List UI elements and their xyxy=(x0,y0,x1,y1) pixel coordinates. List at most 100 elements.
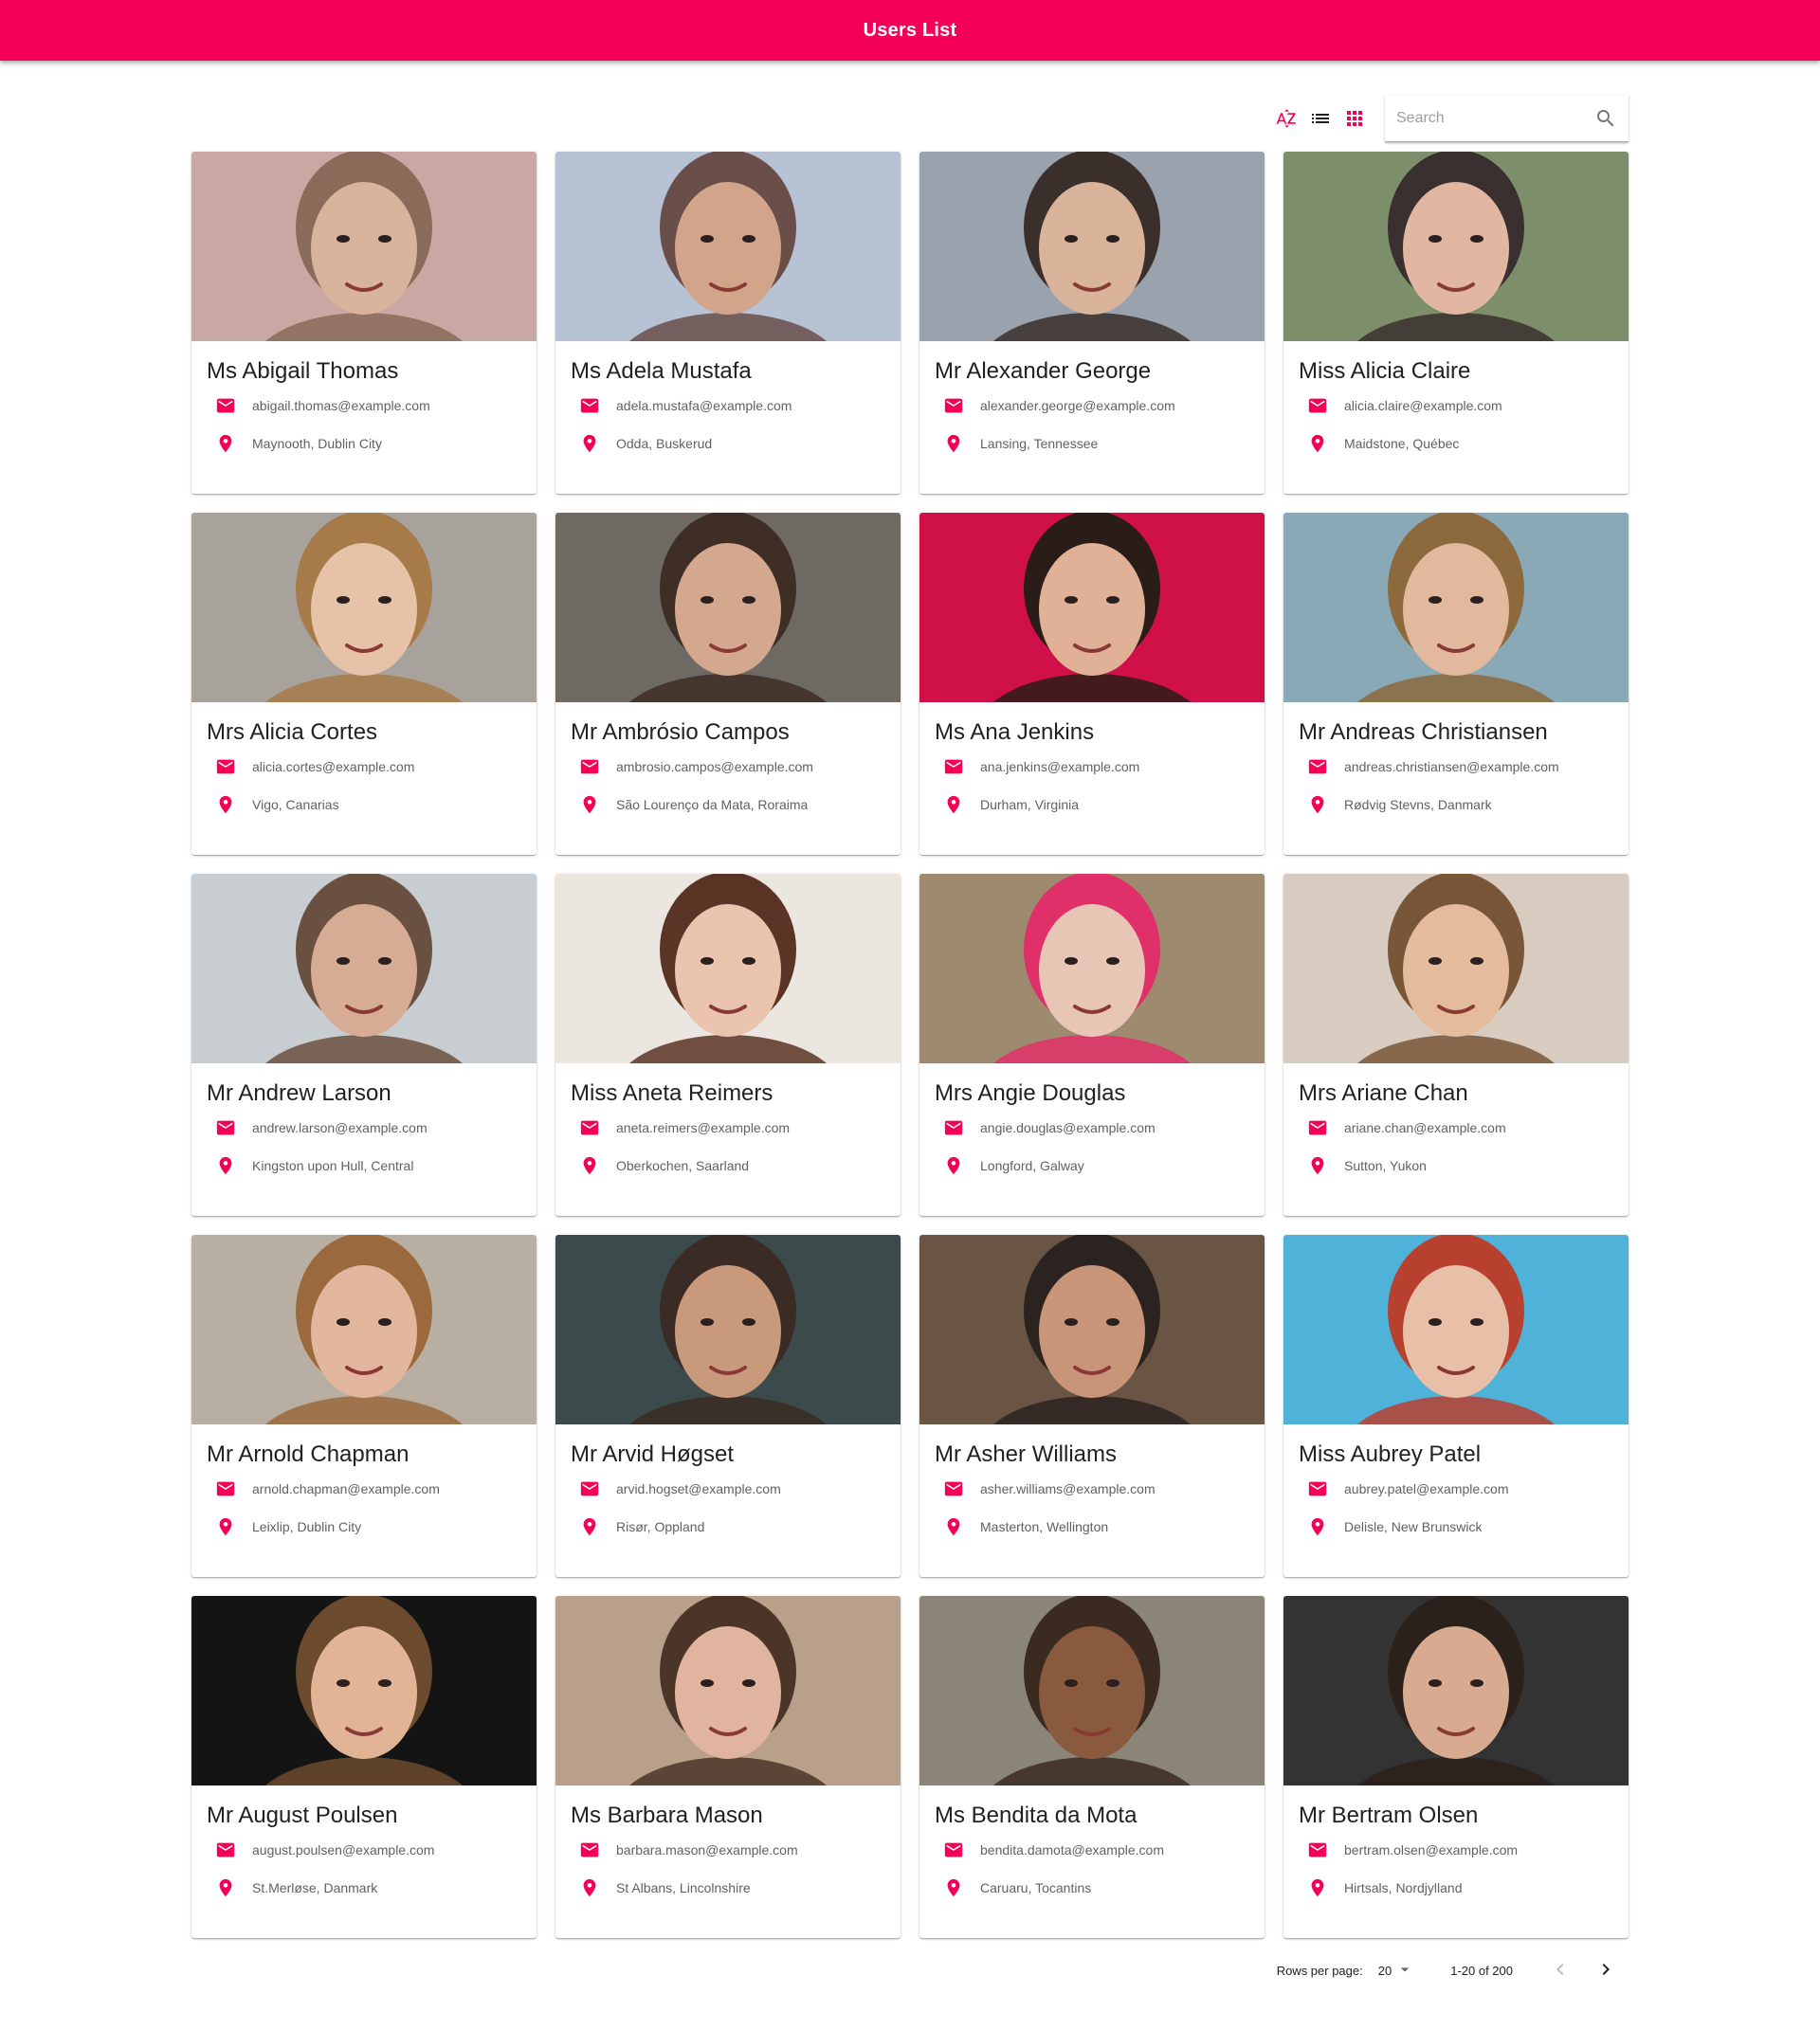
email-icon xyxy=(1306,1116,1329,1139)
email-row: august.poulsen@example.com xyxy=(207,1831,521,1869)
pagination-range: 1-20 of 200 xyxy=(1450,1963,1513,1978)
user-email: alicia.claire@example.com xyxy=(1344,398,1502,413)
chevron-left-icon xyxy=(1549,1958,1572,1984)
user-card[interactable]: Mr Bertram Olsen bertram.olsen@example.co… xyxy=(1283,1596,1629,1938)
email-row: bertram.olsen@example.com xyxy=(1299,1831,1613,1869)
search-icon[interactable] xyxy=(1594,107,1617,130)
location-pin-icon xyxy=(214,1154,237,1177)
rows-per-page-select[interactable]: 20 xyxy=(1378,1960,1414,1982)
user-card[interactable]: Mr Arnold Chapman arnold.chapman@example.… xyxy=(191,1235,537,1577)
user-name: Ms Adela Mustafa xyxy=(571,358,752,384)
location-pin-icon xyxy=(578,1515,601,1538)
user-location: Durham, Virginia xyxy=(980,797,1080,812)
grid-view-button[interactable] xyxy=(1338,101,1372,136)
user-card[interactable]: Mr Ambrósio Campos ambrosio.campos@exampl… xyxy=(555,513,901,855)
user-photo xyxy=(1283,152,1629,341)
location-row: Masterton, Wellington xyxy=(935,1508,1249,1546)
email-icon xyxy=(942,1477,965,1500)
sort-button[interactable] xyxy=(1269,101,1303,136)
user-name: Ms Barbara Mason xyxy=(571,1803,763,1828)
user-card[interactable]: Miss Aubrey Patel aubrey.patel@example.co… xyxy=(1283,1235,1629,1577)
user-email: alicia.cortes@example.com xyxy=(252,759,415,774)
user-card[interactable]: Mr Andreas Christiansen andreas.christian… xyxy=(1283,513,1629,855)
user-card[interactable]: Ms Adela Mustafa adela.mustafa@example.co… xyxy=(555,152,901,494)
user-email: aubrey.patel@example.com xyxy=(1344,1481,1509,1496)
location-pin-icon xyxy=(942,1515,965,1538)
email-row: angie.douglas@example.com xyxy=(935,1109,1249,1147)
user-card[interactable]: Ms Abigail Thomas abigail.thomas@example.… xyxy=(191,152,537,494)
user-name: Mr Bertram Olsen xyxy=(1299,1803,1479,1828)
user-name: Mr August Poulsen xyxy=(207,1803,398,1828)
email-icon xyxy=(942,755,965,778)
user-card[interactable]: Mrs Angie Douglas angie.douglas@example.c… xyxy=(919,874,1265,1216)
user-card[interactable]: Mrs Alicia Cortes alicia.cortes@example.c… xyxy=(191,513,537,855)
user-location: Risør, Oppland xyxy=(616,1519,705,1534)
user-photo xyxy=(191,513,537,702)
email-row: andreas.christiansen@example.com xyxy=(1299,748,1613,786)
list-view-button[interactable] xyxy=(1303,101,1338,136)
user-name: Mr Andrew Larson xyxy=(207,1080,391,1106)
email-row: aubrey.patel@example.com xyxy=(1299,1470,1613,1508)
user-email: abigail.thomas@example.com xyxy=(252,398,430,413)
email-icon xyxy=(1306,755,1329,778)
location-row: Kingston upon Hull, Central xyxy=(207,1147,521,1185)
location-row: Lansing, Tennessee xyxy=(935,425,1249,462)
user-name: Mrs Alicia Cortes xyxy=(207,719,378,745)
email-icon xyxy=(214,1116,237,1139)
email-row: barbara.mason@example.com xyxy=(571,1831,885,1869)
user-card[interactable]: Mr Arvid Høgset arvid.hogset@example.com R… xyxy=(555,1235,901,1577)
email-row: abigail.thomas@example.com xyxy=(207,387,521,425)
user-email: ambrosio.campos@example.com xyxy=(616,759,813,774)
user-card[interactable]: Ms Bendita da Mota bendita.damota@example… xyxy=(919,1596,1265,1938)
user-email: arnold.chapman@example.com xyxy=(252,1481,440,1496)
user-card[interactable]: Mr August Poulsen august.poulsen@example.… xyxy=(191,1596,537,1938)
user-location: Rødvig Stevns, Danmark xyxy=(1344,797,1492,812)
location-pin-icon xyxy=(214,1515,237,1538)
email-icon xyxy=(214,1839,237,1861)
card-content: Miss Alicia Claire alicia.claire@example.… xyxy=(1283,341,1629,462)
user-card[interactable]: Ms Barbara Mason barbara.mason@example.co… xyxy=(555,1596,901,1938)
location-row: Caruaru, Tocantins xyxy=(935,1869,1249,1907)
location-row: St Albans, Lincolnshire xyxy=(571,1869,885,1907)
card-content: Ms Abigail Thomas abigail.thomas@example.… xyxy=(191,341,537,462)
user-name: Mrs Angie Douglas xyxy=(935,1080,1126,1106)
user-location: Hirtsals, Nordjylland xyxy=(1344,1880,1463,1895)
user-location: São Lourenço da Mata, Roraima xyxy=(616,797,809,812)
search-input[interactable] xyxy=(1396,110,1594,127)
email-row: adela.mustafa@example.com xyxy=(571,387,885,425)
user-name: Ms Ana Jenkins xyxy=(935,719,1095,745)
location-pin-icon xyxy=(214,793,237,816)
location-row: Maidstone, Québec xyxy=(1299,425,1613,462)
user-card[interactable]: Mr Alexander George alexander.george@exam… xyxy=(919,152,1265,494)
user-card[interactable]: Miss Aneta Reimers aneta.reimers@example.… xyxy=(555,874,901,1216)
user-location: Caruaru, Tocantins xyxy=(980,1880,1092,1895)
user-photo xyxy=(1283,874,1629,1063)
location-pin-icon xyxy=(1306,793,1329,816)
sort-by-alpha-icon xyxy=(1275,107,1298,130)
user-card[interactable]: Ms Ana Jenkins ana.jenkins@example.com Dur… xyxy=(919,513,1265,855)
user-card[interactable]: Miss Alicia Claire alicia.claire@example.… xyxy=(1283,152,1629,494)
card-content: Mr Ambrósio Campos ambrosio.campos@exampl… xyxy=(555,702,901,824)
previous-page-button[interactable] xyxy=(1538,1948,1583,1993)
user-email: andrew.larson@example.com xyxy=(252,1120,428,1135)
user-name: Mr Arnold Chapman xyxy=(207,1441,410,1467)
user-name: Mr Andreas Christiansen xyxy=(1299,719,1548,745)
location-row: Leixlip, Dublin City xyxy=(207,1508,521,1546)
location-pin-icon xyxy=(214,1876,237,1899)
user-card[interactable]: Mr Andrew Larson andrew.larson@example.co… xyxy=(191,874,537,1216)
user-photo xyxy=(191,1596,537,1785)
next-page-button[interactable] xyxy=(1583,1948,1629,1993)
email-row: alexander.george@example.com xyxy=(935,387,1249,425)
user-photo xyxy=(919,1235,1265,1424)
user-card[interactable]: Mr Asher Williams asher.williams@example.… xyxy=(919,1235,1265,1577)
email-icon xyxy=(1306,1477,1329,1500)
email-icon xyxy=(578,1477,601,1500)
card-content: Ms Barbara Mason barbara.mason@example.co… xyxy=(555,1785,901,1907)
card-content: Mr Asher Williams asher.williams@example.… xyxy=(919,1424,1265,1546)
card-content: Mr Andrew Larson andrew.larson@example.co… xyxy=(191,1063,537,1185)
user-photo xyxy=(919,513,1265,702)
email-row: arvid.hogset@example.com xyxy=(571,1470,885,1508)
email-row: arnold.chapman@example.com xyxy=(207,1470,521,1508)
user-card[interactable]: Mrs Ariane Chan ariane.chan@example.com Su… xyxy=(1283,874,1629,1216)
user-location: Longford, Galway xyxy=(980,1158,1084,1173)
